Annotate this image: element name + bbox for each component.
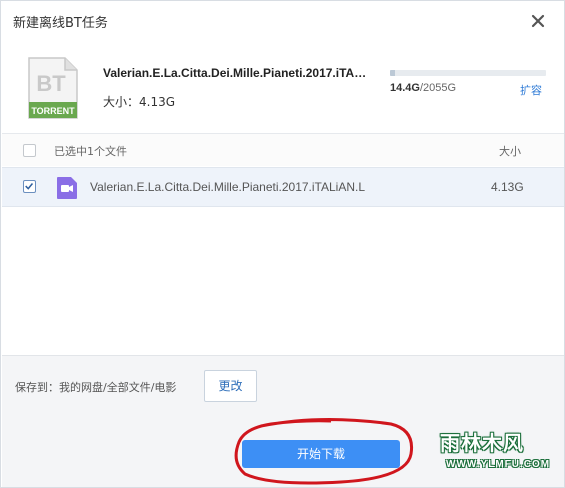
site-watermark-logo: 雨林木风 WWW.YLMFU.COM xyxy=(430,421,560,483)
storage-total: /2055G xyxy=(419,82,457,94)
torrent-summary: BT TORRENT Valerian.E.La.Citta.Dei.Mille… xyxy=(1,41,564,133)
storage-used: 14.4G xyxy=(390,82,420,94)
bt-icon-label: BT xyxy=(36,71,66,96)
watermark-url: WWW.YLMFU.COM xyxy=(446,459,551,470)
storage-quota-text: 14.4G/2055G xyxy=(390,82,456,94)
storage-quota-bar xyxy=(390,70,546,76)
close-icon[interactable] xyxy=(529,12,547,30)
torrent-icon-label: TORRENT xyxy=(31,106,75,116)
file-list: 已选中1个文件 大小 Valerian.E.La.Citta.Dei.Mille… xyxy=(2,133,564,355)
expand-storage-link[interactable]: 扩容 xyxy=(520,82,542,98)
file-row[interactable]: Valerian.E.La.Citta.Dei.Mille.Pianeti.20… xyxy=(2,167,564,207)
checkmark-icon xyxy=(25,183,34,190)
torrent-name: Valerian.E.La.Citta.Dei.Mille.Pianeti.20… xyxy=(103,66,373,80)
file-size: 4.13G xyxy=(491,180,524,194)
select-all-checkbox[interactable] xyxy=(23,144,36,157)
torrent-size: 大小：4.13G xyxy=(103,95,176,109)
change-location-button[interactable]: 更改 xyxy=(204,370,257,402)
new-bt-task-dialog: 新建离线BT任务 BT TORRENT Valerian.E.La.Citta.… xyxy=(0,0,565,488)
bt-torrent-icon: BT TORRENT xyxy=(28,57,78,119)
start-download-button[interactable]: 开始下载 xyxy=(242,440,400,468)
title-bar: 新建离线BT任务 xyxy=(1,1,564,41)
file-checkbox[interactable] xyxy=(23,180,36,193)
selected-count-label: 已选中1个文件 xyxy=(54,145,127,158)
save-location-label: 保存到：我的网盘/全部文件/电影 xyxy=(15,381,177,394)
size-column-header: 大小 xyxy=(499,145,521,158)
file-list-header: 已选中1个文件 大小 xyxy=(2,134,564,166)
file-name: Valerian.E.La.Citta.Dei.Mille.Pianeti.20… xyxy=(90,180,366,194)
dialog-title: 新建离线BT任务 xyxy=(13,16,108,31)
watermark-title: 雨林木风 xyxy=(440,431,524,455)
video-file-icon xyxy=(57,177,77,199)
storage-quota-fill xyxy=(390,70,395,76)
